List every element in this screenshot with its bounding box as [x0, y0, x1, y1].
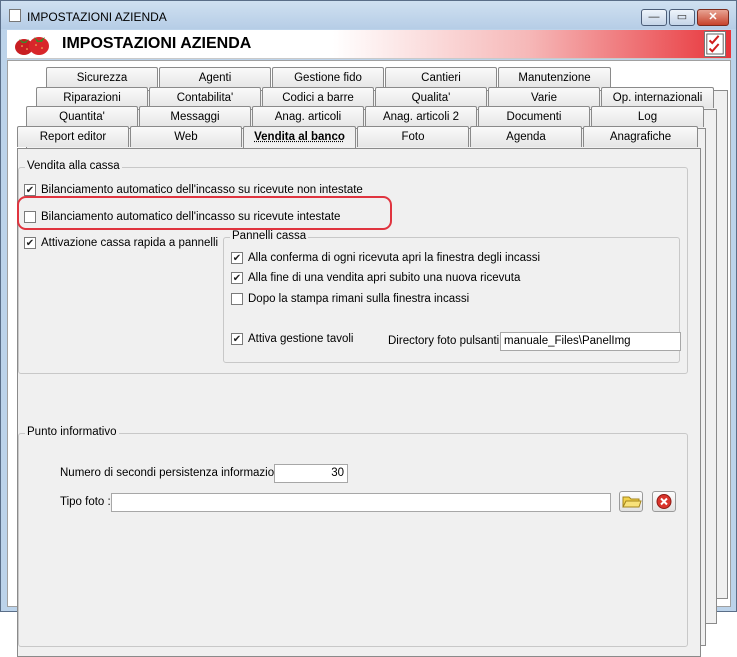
vendita-alla-cassa-legend: Vendita alla cassa — [25, 160, 122, 172]
maximize-icon: ▭ — [670, 10, 694, 25]
checkbox-box: ✔ — [231, 252, 243, 264]
gestione-tavoli-label: Attiva gestione tavoli — [248, 332, 353, 346]
minimize-button[interactable]: — — [641, 9, 667, 26]
tab-documenti[interactable]: Documenti — [478, 106, 590, 127]
fine-vendita-label: Alla fine di una vendita apri subito una… — [248, 271, 520, 285]
secondi-persistenza-input[interactable]: 30 — [274, 464, 348, 483]
tab-log[interactable]: Log — [591, 106, 704, 127]
tab-foto[interactable]: Foto — [357, 126, 469, 147]
tab-vendita-al-banco[interactable]: Vendita al banco — [243, 126, 356, 148]
header-title: IMPOSTAZIONI AZIENDA — [62, 35, 251, 53]
window-title: IMPOSTAZIONI AZIENDA — [27, 10, 167, 24]
header-banner: IMPOSTAZIONI AZIENDA — [7, 30, 731, 59]
tipo-foto-label: Tipo foto : — [60, 496, 111, 508]
checkbox-box: ✔ — [24, 237, 36, 249]
tab-report-editor[interactable]: Report editor — [17, 126, 129, 147]
maximize-button[interactable]: ▭ — [669, 9, 695, 26]
tab-messaggi[interactable]: Messaggi — [139, 106, 251, 127]
delete-icon — [653, 492, 675, 511]
close-button[interactable]: ✕ — [697, 9, 729, 26]
tab-anag-articoli-2[interactable]: Anag. articoli 2 — [365, 106, 477, 127]
strawberry-logo-icon — [13, 34, 53, 56]
checkbox-box: ✔ — [24, 184, 36, 196]
tipo-foto-input[interactable] — [111, 493, 611, 512]
punto-informativo-group: Punto informativo — [18, 433, 688, 647]
tab-sicurezza[interactable]: Sicurezza — [46, 67, 158, 88]
tab-agenti[interactable]: Agenti — [159, 67, 271, 88]
punto-informativo-legend: Punto informativo — [25, 426, 119, 438]
stampa-incassi-label: Dopo la stampa rimani sulla finestra inc… — [248, 292, 469, 306]
checkbox-box — [231, 293, 243, 305]
cassa-rapida-label: Attivazione cassa rapida a pannelli — [41, 236, 218, 250]
conferma-ricevuta-label: Alla conferma di ogni ricevuta apri la f… — [248, 251, 540, 265]
client-area: Sicurezza Agenti Gestione fido Cantieri … — [7, 60, 731, 607]
tab-cantieri[interactable]: Cantieri — [385, 67, 497, 88]
folder-icon — [620, 492, 642, 511]
browse-folder-button[interactable] — [619, 491, 643, 512]
tab-anagrafiche[interactable]: Anagrafiche — [583, 126, 698, 147]
clear-tipo-foto-button[interactable] — [652, 491, 676, 512]
tab-web[interactable]: Web — [130, 126, 242, 147]
tab-op-internazionali[interactable]: Op. internazionali — [601, 87, 714, 108]
settings-window: IMPOSTAZIONI AZIENDA — ▭ ✕ IMPOSTAZIONI … — [0, 0, 737, 612]
directory-foto-label: Directory foto pulsanti : — [388, 335, 506, 347]
tab-quantita[interactable]: Quantita' — [26, 106, 138, 127]
bilanciamento-non-intestate-label: Bilanciamento automatico dell'incasso su… — [41, 183, 363, 197]
tab-varie[interactable]: Varie — [488, 87, 600, 108]
highlight-annotation — [17, 196, 392, 230]
checkbox-box: ✔ — [231, 333, 243, 345]
title-bar[interactable]: IMPOSTAZIONI AZIENDA — ▭ ✕ — [1, 1, 736, 29]
tab-gestione-fido[interactable]: Gestione fido — [272, 67, 384, 88]
checkbox-box: ✔ — [231, 272, 243, 284]
checklist-icon — [704, 31, 726, 57]
tab-manutenzione[interactable]: Manutenzione — [498, 67, 611, 88]
minimize-icon: — — [642, 10, 666, 25]
tab-qualita[interactable]: Qualita' — [375, 87, 487, 108]
tab-anag-articoli[interactable]: Anag. articoli — [252, 106, 364, 127]
tab-contabilita[interactable]: Contabilita' — [149, 87, 261, 108]
directory-foto-input[interactable]: manuale_Files\PanelImg — [500, 332, 681, 351]
secondi-persistenza-label: Numero di secondi persistenza informazio… — [60, 467, 289, 479]
tab-codici-a-barre[interactable]: Codici a barre — [262, 87, 374, 108]
pannelli-cassa-legend: Pannelli cassa — [230, 230, 308, 242]
tab-agenda[interactable]: Agenda — [470, 126, 582, 147]
app-icon — [9, 9, 21, 22]
tab-riparazioni[interactable]: Riparazioni — [36, 87, 148, 108]
close-icon: ✕ — [698, 10, 728, 25]
